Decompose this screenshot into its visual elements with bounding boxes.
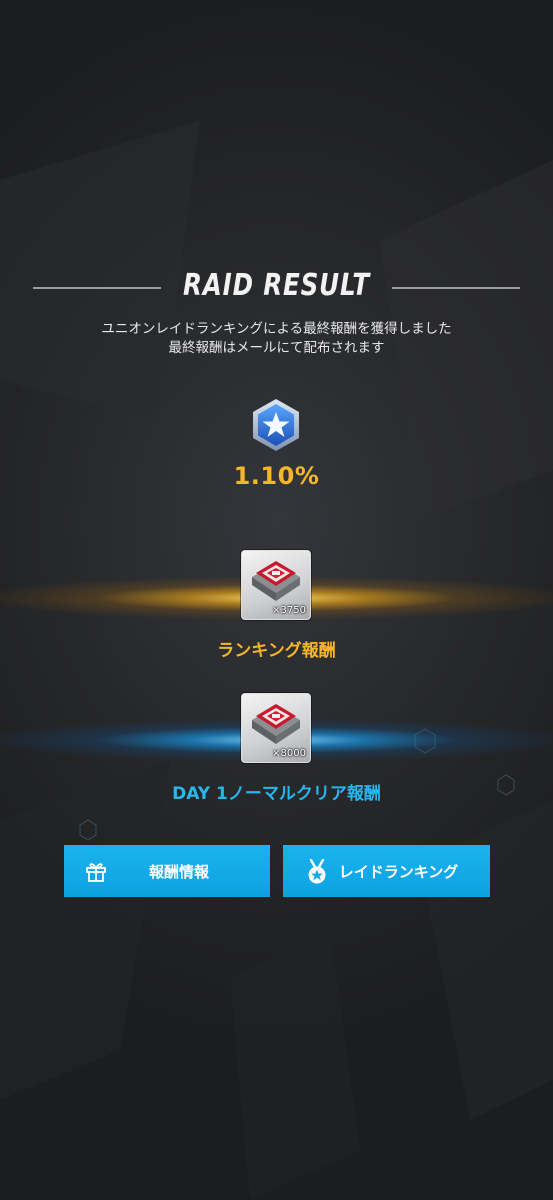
page-title: RAID RESULT — [183, 268, 370, 303]
description-line-2: 最終報酬はメールにて配布されます — [168, 340, 385, 356]
reward-item-ranking[interactable]: ×3750 — [241, 550, 311, 620]
result-header: RAID RESULT — [0, 262, 553, 312]
reward-quantity: ×3750 — [272, 605, 306, 616]
reward-info-label: 報酬情報 — [148, 862, 209, 881]
raid-ranking-button[interactable]: レイドランキング — [283, 845, 490, 897]
reward-label-clear: DAY 1ノーマルクリア報酬 — [172, 784, 381, 804]
header-divider-right — [392, 287, 520, 289]
description-line-1: ユニオンレイドランキングによる最終報酬を獲得しました — [101, 321, 452, 337]
reward-item-clear[interactable]: ×8000 — [241, 693, 311, 763]
reward-info-button[interactable]: 報酬情報 — [64, 845, 270, 897]
rank-percent: 1.10% — [233, 462, 320, 490]
reward-quantity: ×8000 — [272, 748, 306, 759]
medal-icon — [308, 859, 326, 884]
result-description: ユニオンレイドランキングによる最終報酬を獲得しました 最終報酬はメールにて配布さ… — [0, 320, 553, 358]
star-shield-icon — [253, 399, 299, 451]
raid-ranking-label: レイドランキング — [338, 862, 459, 881]
reward-label-ranking: ランキング報酬 — [217, 641, 336, 661]
gift-icon — [86, 863, 106, 882]
